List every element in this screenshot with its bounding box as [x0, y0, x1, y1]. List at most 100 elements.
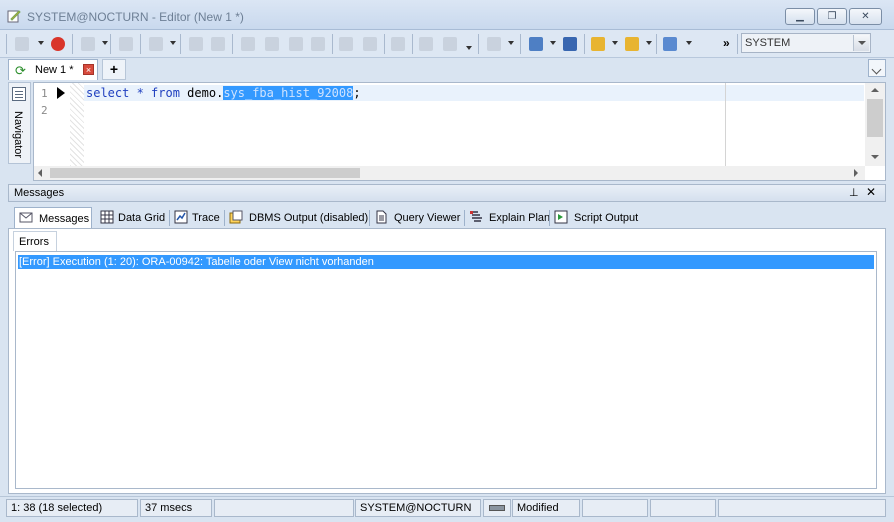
explain-button[interactable] [78, 34, 98, 54]
tab-list-dropdown[interactable] [868, 59, 886, 77]
schema-icon [663, 37, 677, 51]
grid-icon [100, 210, 114, 224]
toolbar-separator [520, 34, 521, 54]
toolbar-separator [584, 34, 585, 54]
tab-new-1[interactable]: ⟳ New 1 * × [8, 59, 98, 80]
toolbar-separator [384, 34, 385, 54]
toolbar-separator [72, 34, 73, 54]
navigator-label: Navigator [12, 111, 24, 159]
close-icon: ✕ [861, 11, 870, 22]
schema-browser-button[interactable] [660, 34, 680, 54]
status-bar: 1: 38 (18 selected) 37 msecs SYSTEM@NOCT… [0, 496, 894, 518]
navigator-panel-toggle[interactable]: Navigator [8, 82, 31, 164]
scroll-thumb[interactable] [867, 99, 883, 137]
step-over-icon [289, 37, 303, 51]
chevron-down-icon[interactable] [466, 46, 472, 50]
add-tab-button[interactable]: + [102, 59, 126, 80]
tab-label: Messages [39, 213, 90, 225]
editor-horizontal-scrollbar[interactable] [34, 166, 865, 180]
explain-plan-icon [470, 211, 482, 222]
document-tab-row: ⟳ New 1 * × + [0, 58, 894, 80]
tab-dbms-output[interactable]: DBMS Output (disabled) [225, 207, 369, 228]
chevron-down-icon[interactable] [646, 41, 652, 45]
messages-panel-title: Messages [14, 187, 65, 199]
chevron-down-icon[interactable] [102, 41, 108, 45]
code-semicolon: ; [353, 86, 361, 100]
status-cursor-position: 1: 38 (18 selected) [6, 499, 138, 517]
query-viewer-icon [376, 210, 387, 224]
profile-button[interactable] [416, 34, 436, 54]
dbms-output-icon [229, 210, 243, 224]
error-row[interactable]: [Error] Execution (1: 20): ORA-00942: Ta… [18, 255, 874, 269]
variables-button[interactable] [208, 34, 228, 54]
scroll-right-icon[interactable] [854, 169, 858, 177]
keyboard-icon [489, 505, 505, 511]
status-connection-text: SYSTEM@NOCTURN [360, 502, 472, 514]
chevron-down-icon[interactable] [853, 35, 869, 51]
toolbar-separator [110, 34, 111, 54]
tools-icon [391, 37, 405, 51]
maximize-button[interactable]: ❐ [817, 8, 847, 25]
format-button[interactable] [116, 34, 136, 54]
refresh-icon: ⟳ [15, 63, 26, 78]
run-step-button[interactable] [238, 34, 258, 54]
save-button[interactable] [622, 34, 642, 54]
tab-data-grid[interactable]: Data Grid [96, 207, 168, 228]
connection-select-value: SYSTEM [745, 37, 791, 49]
close-window-button[interactable]: ✕ [849, 8, 882, 25]
connection-select[interactable]: SYSTEM [741, 33, 871, 53]
tab-query-viewer[interactable]: Query Viewer [370, 207, 464, 228]
step-out-icon [311, 37, 325, 51]
chevron-down-icon[interactable] [38, 41, 44, 45]
toolbar-separator [332, 34, 333, 54]
plsql-button[interactable] [186, 34, 206, 54]
chart-button[interactable] [484, 34, 504, 54]
chevron-down-icon[interactable] [550, 41, 556, 45]
tab-messages[interactable]: Messages [14, 207, 92, 228]
step-over-button[interactable] [286, 34, 306, 54]
error-list: [Error] Execution (1: 20): ORA-00942: Ta… [15, 251, 877, 489]
tools-button[interactable] [388, 34, 408, 54]
chevron-down-icon[interactable] [508, 41, 514, 45]
tab-script-output[interactable]: Script Output [550, 207, 642, 228]
tab-explain-plan[interactable]: Explain Plan [465, 207, 551, 228]
current-line-arrow-icon [57, 87, 65, 99]
breakpoint-button[interactable] [336, 34, 356, 54]
scroll-left-icon[interactable] [38, 169, 42, 177]
trace-button[interactable] [440, 34, 460, 54]
script-output-icon [554, 210, 568, 224]
tab-trace[interactable]: Trace [170, 207, 224, 228]
editor-app-icon [7, 10, 21, 23]
toolbar-overflow-button[interactable]: » [718, 34, 738, 54]
minimize-button[interactable]: ▁ [785, 8, 815, 25]
disconnect-button[interactable] [560, 34, 580, 54]
code-line-1[interactable]: select * from demo.sys_fba_hist_92008; [86, 86, 361, 100]
stop-button[interactable] [48, 34, 68, 54]
step-into-button[interactable] [262, 34, 282, 54]
chevron-down-icon[interactable] [686, 41, 692, 45]
watch-button[interactable] [360, 34, 380, 54]
code-star: * [129, 86, 152, 100]
pin-icon[interactable]: ⊥ [849, 186, 859, 199]
scroll-up-icon[interactable] [871, 88, 879, 92]
tab-errors[interactable]: Errors [13, 231, 57, 251]
scroll-down-icon[interactable] [871, 155, 879, 159]
step-out-button[interactable] [308, 34, 328, 54]
step-icon [241, 37, 255, 51]
sql-editor[interactable]: 1 2 select * from demo.sys_fba_hist_9200… [33, 82, 886, 181]
sql-file-button[interactable] [526, 34, 546, 54]
chevron-down-icon[interactable] [612, 41, 618, 45]
debug-button[interactable] [146, 34, 166, 54]
close-tab-icon[interactable]: × [83, 64, 94, 75]
chevron-down-icon[interactable] [170, 41, 176, 45]
scroll-thumb[interactable] [50, 168, 360, 178]
debug-icon [149, 37, 163, 51]
close-panel-icon[interactable]: ✕ [866, 185, 876, 199]
open-file-button[interactable] [588, 34, 608, 54]
tab-label: DBMS Output (disabled) [249, 212, 369, 224]
editor-vertical-scrollbar[interactable] [865, 83, 885, 166]
step-into-icon [265, 37, 279, 51]
execute-button[interactable] [12, 34, 32, 54]
tab-label: Query Viewer [394, 212, 461, 224]
tab-label: Explain Plan [489, 212, 551, 224]
